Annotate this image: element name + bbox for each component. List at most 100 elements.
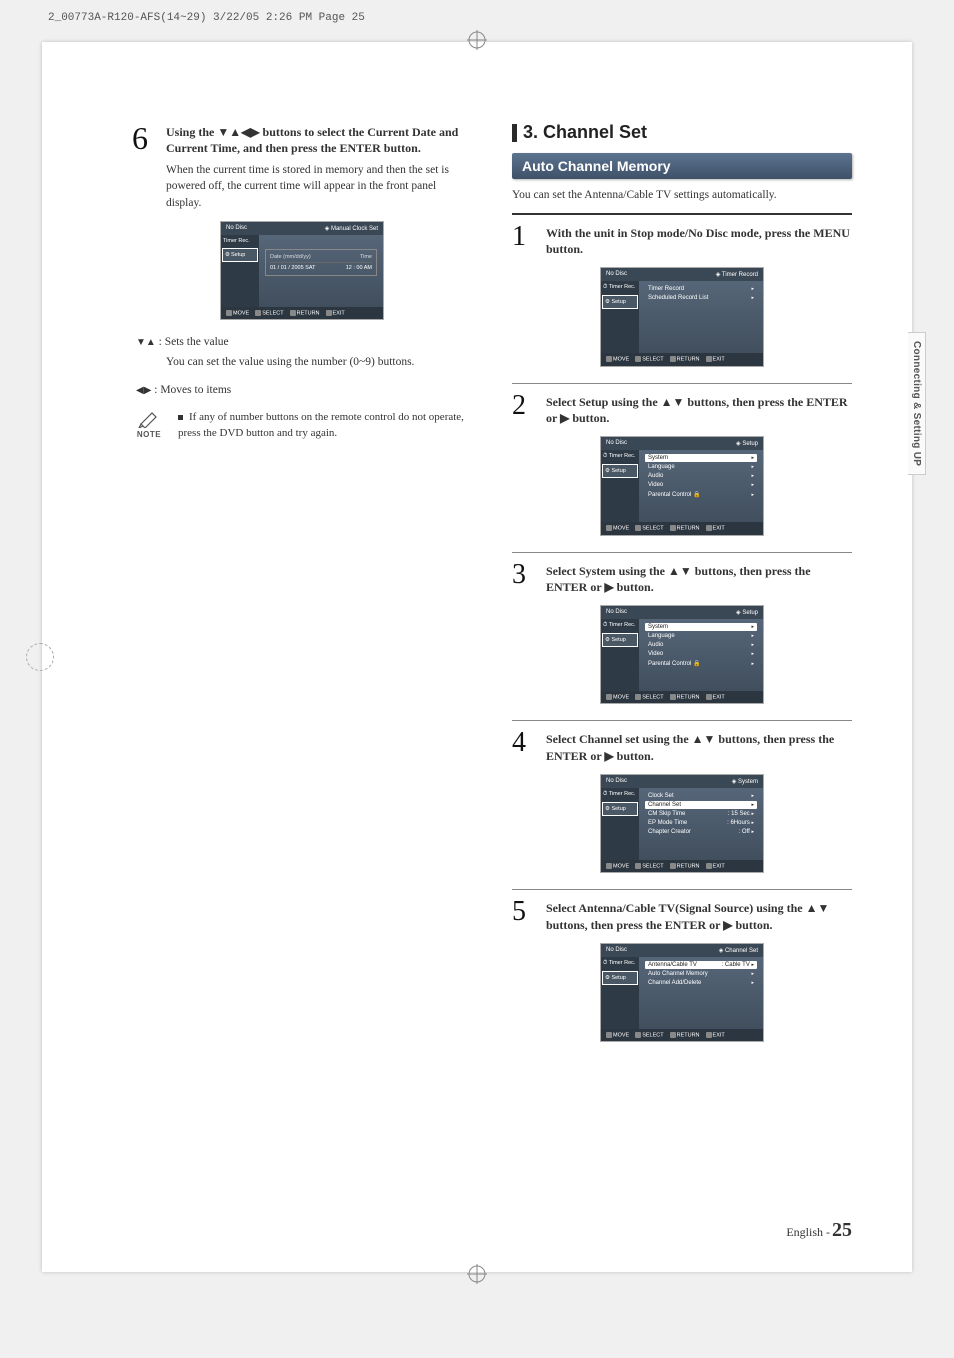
bullet-icon bbox=[178, 415, 183, 420]
note-icon: NOTE bbox=[132, 410, 166, 439]
osd-row: System ▸ bbox=[645, 454, 757, 462]
osd-setup-1: No Disc ◈ Setup ⏱ Timer Rec. ⚙ Setup Syst… bbox=[600, 436, 764, 535]
footer-move: MOVE bbox=[606, 525, 629, 531]
osd-clock-set: No Disc ◈ Manual Clock Set Timer Rec. ⚙ … bbox=[220, 221, 384, 320]
sidebar-timer-rec: Timer Rec. bbox=[221, 235, 259, 247]
footer-exit: EXIT bbox=[706, 863, 725, 869]
sidebar-timer-rec: ⏱ Timer Rec. bbox=[601, 957, 639, 970]
subsection-header: Auto Channel Memory bbox=[512, 153, 852, 179]
sidebar-setup: ⚙ Setup bbox=[602, 295, 638, 309]
osd-channel-set: No Disc ◈ Channel Set ⏱ Timer Rec. ⚙ Setu… bbox=[600, 943, 764, 1042]
footer-move: MOVE bbox=[606, 694, 629, 700]
step-4: 4 Select Channel set using the ▲▼ button… bbox=[512, 729, 852, 763]
osd-title: ◈ Timer Record bbox=[716, 271, 758, 278]
footer-exit: EXIT bbox=[706, 356, 725, 362]
page: 2_00773A-R120-AFS(14~29) 3/22/05 2:26 PM… bbox=[42, 42, 912, 1272]
osd-no-disc: No Disc bbox=[606, 271, 627, 278]
osd-row: Chapter Creator: Off ▸ bbox=[645, 828, 757, 836]
osd-row: Auto Channel Memory ▸ bbox=[645, 970, 757, 978]
date-label: Date (mm/dd/yy) bbox=[270, 254, 311, 260]
osd-row: Parental Control 🔒 ▸ bbox=[645, 490, 757, 499]
osd-title: ◈ System bbox=[732, 778, 758, 785]
osd-row: Channel Set ▸ bbox=[645, 801, 757, 809]
osd-row: CM Skip Time: 15 Sec ▸ bbox=[645, 810, 757, 818]
osd-row: System ▸ bbox=[645, 623, 757, 631]
step-2: 2 Select Setup using the ▲▼ buttons, the… bbox=[512, 392, 852, 426]
osd-timer-record: No Disc ◈ Timer Record ⏱ Timer Rec. ⚙ Set… bbox=[600, 267, 764, 366]
osd-row: Scheduled Record List ▸ bbox=[645, 294, 757, 302]
footer-select: SELECT bbox=[635, 356, 663, 362]
osd-row: Parental Control 🔒 ▸ bbox=[645, 659, 757, 668]
page-footer: English -25 bbox=[786, 1219, 852, 1242]
section-header: 3. Channel Set bbox=[512, 122, 852, 143]
step-1: 1 With the unit in Stop mode/No Disc mod… bbox=[512, 223, 852, 257]
step-text: Select Channel set using the ▲▼ buttons,… bbox=[546, 729, 852, 763]
annotation-leftright: ◀▶ : Moves to items bbox=[136, 384, 472, 396]
note-block: NOTE If any of number buttons on the rem… bbox=[132, 410, 472, 441]
sidebar-timer-rec: ⏱ Timer Rec. bbox=[601, 788, 639, 801]
osd-system: No Disc◈ System ⏱ Timer Rec. ⚙ Setup Clo… bbox=[600, 774, 764, 873]
section-title: 3. Channel Set bbox=[523, 122, 647, 143]
footer-move: MOVE bbox=[606, 863, 629, 869]
side-tab: Connecting & Setting UP bbox=[908, 332, 926, 475]
note-label: NOTE bbox=[132, 430, 166, 439]
step-number: 3 bbox=[512, 561, 538, 595]
footer-return: RETURN bbox=[670, 694, 700, 700]
osd-no-disc: No Disc bbox=[606, 778, 627, 785]
footer-return: RETURN bbox=[290, 310, 320, 316]
osd-row: Audio ▸ bbox=[645, 472, 757, 480]
footer-exit: EXIT bbox=[326, 310, 345, 316]
step-number: 4 bbox=[512, 729, 538, 763]
annotation-updown: ▼▲ : Sets the value bbox=[136, 336, 472, 348]
step-6: 6 Using the ▼▲◀▶ buttons to select the C… bbox=[132, 122, 472, 156]
sidebar-setup: ⚙ Setup bbox=[602, 464, 638, 478]
page-number: 25 bbox=[832, 1219, 852, 1241]
step-number: 2 bbox=[512, 392, 538, 426]
osd-title: ◈ Channel Set bbox=[719, 947, 758, 954]
step-text: Select System using the ▲▼ buttons, then… bbox=[546, 561, 852, 595]
sidebar-timer-rec: ⏱ Timer Rec. bbox=[601, 619, 639, 632]
osd-row: Channel Add/Delete ▸ bbox=[645, 979, 757, 987]
footer-return: RETURN bbox=[670, 356, 700, 362]
footer-exit: EXIT bbox=[706, 1032, 725, 1038]
osd-no-disc: No Disc bbox=[606, 609, 627, 616]
intro-text: You can set the Antenna/Cable TV setting… bbox=[512, 189, 852, 201]
sidebar-setup: ⚙ Setup bbox=[222, 248, 258, 262]
time-value: 12 : 00 AM bbox=[346, 265, 372, 271]
step-number: 6 bbox=[132, 122, 158, 156]
crop-mark-bottom bbox=[467, 1264, 487, 1284]
footer-select: SELECT bbox=[635, 694, 663, 700]
footer-select: SELECT bbox=[635, 525, 663, 531]
date-value: 01 / 01 / 2005 SAT bbox=[270, 265, 315, 271]
sidebar-timer-rec: ⏱ Timer Rec. bbox=[601, 281, 639, 294]
osd-row: Language ▸ bbox=[645, 632, 757, 640]
footer-select: SELECT bbox=[635, 1032, 663, 1038]
note-text: If any of number buttons on the remote c… bbox=[178, 410, 472, 441]
osd-title: ◈ Setup bbox=[736, 440, 758, 447]
content-area: 6 Using the ▼▲◀▶ buttons to select the C… bbox=[42, 42, 912, 1098]
footer-move: MOVE bbox=[606, 1032, 629, 1038]
step-text: Select Antenna/Cable TV(Signal Source) u… bbox=[546, 898, 852, 932]
osd-no-disc: No Disc bbox=[606, 440, 627, 447]
time-label: Time bbox=[360, 254, 372, 260]
step-text: With the unit in Stop mode/No Disc mode,… bbox=[546, 223, 852, 257]
osd-row: Video ▸ bbox=[645, 481, 757, 489]
step-number: 1 bbox=[512, 223, 538, 257]
osd-row: Language ▸ bbox=[645, 463, 757, 471]
osd-setup-2: No Disc ◈ Setup ⏱ Timer Rec. ⚙ Setup Syst… bbox=[600, 605, 764, 704]
binding-circle bbox=[26, 643, 54, 671]
sidebar-timer-rec: ⏱ Timer Rec. bbox=[601, 450, 639, 463]
osd-row: Clock Set ▸ bbox=[645, 792, 757, 800]
osd-title: ◈ Setup bbox=[736, 609, 758, 616]
step-text: Select Setup using the ▲▼ buttons, then … bbox=[546, 392, 852, 426]
sidebar-setup: ⚙ Setup bbox=[602, 633, 638, 647]
osd-no-disc: No Disc bbox=[606, 947, 627, 954]
step-number: 5 bbox=[512, 898, 538, 932]
step-3: 3 Select System using the ▲▼ buttons, th… bbox=[512, 561, 852, 595]
sidebar-setup: ⚙ Setup bbox=[602, 971, 638, 985]
triangle-icon: ▼▲ bbox=[136, 337, 156, 348]
osd-no-disc: No Disc bbox=[226, 225, 247, 232]
right-column: 3. Channel Set Auto Channel Memory You c… bbox=[512, 122, 852, 1058]
footer-select: SELECT bbox=[635, 863, 663, 869]
step-text: Using the ▼▲◀▶ buttons to select the Cur… bbox=[166, 122, 472, 156]
